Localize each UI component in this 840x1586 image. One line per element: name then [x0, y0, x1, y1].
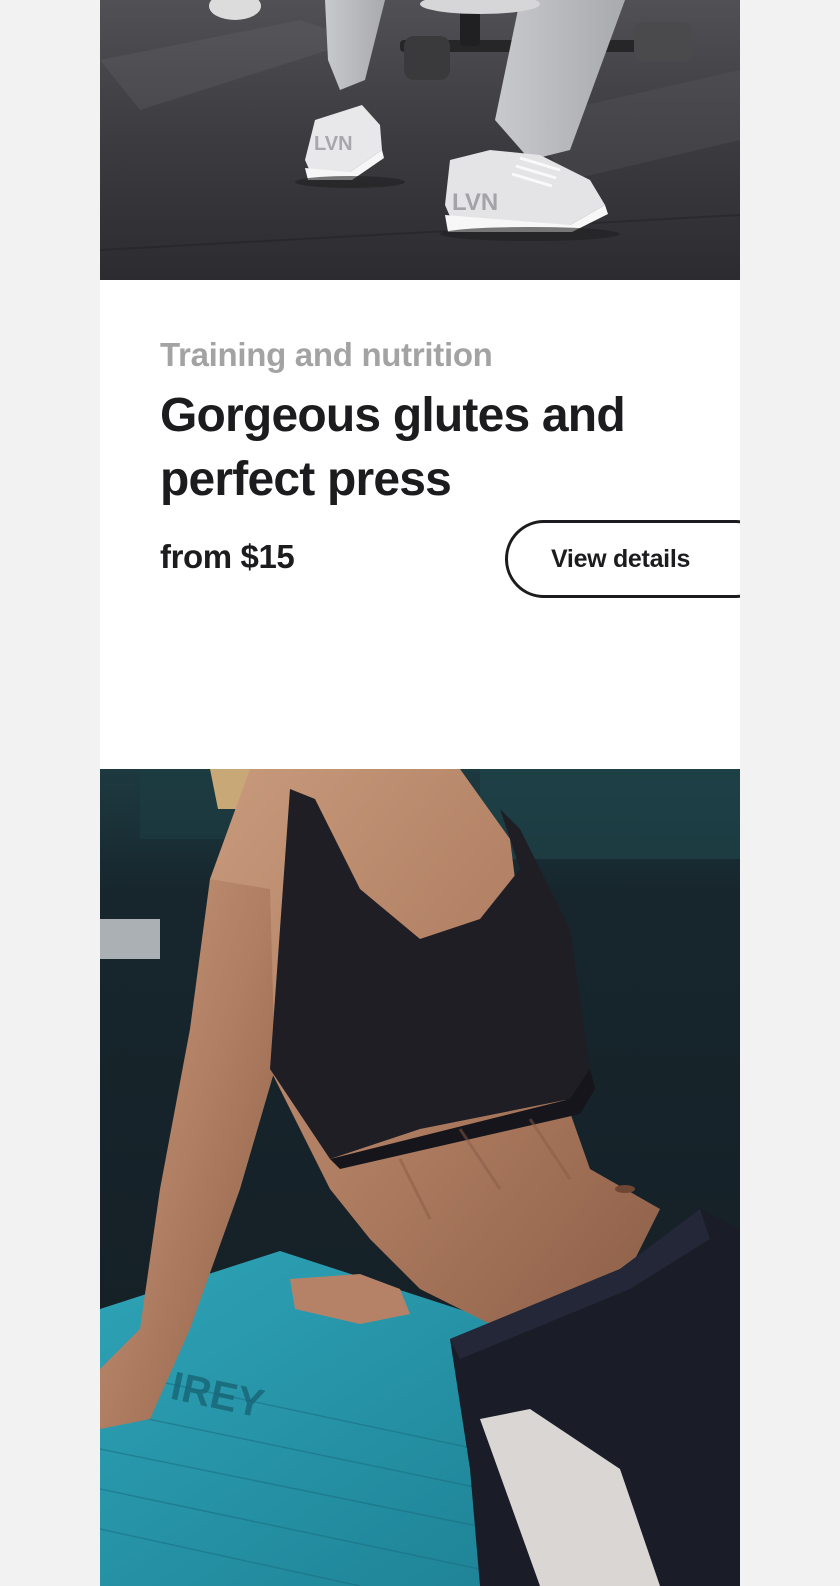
- product-category: Training and nutrition: [160, 336, 493, 373]
- svg-text:LVN: LVN: [452, 189, 498, 216]
- view-details-button[interactable]: View details: [505, 520, 740, 598]
- product-feed: LVN LVN Training and nutrition Gorgeous …: [100, 0, 740, 1586]
- training-photo-top: LVN LVN: [100, 0, 740, 280]
- training-photo-bottom: IREY: [100, 769, 740, 1586]
- svg-text:LVN: LVN: [314, 133, 353, 155]
- product-card: Training and nutrition Gorgeous glutes a…: [100, 280, 740, 769]
- page: LVN LVN Training and nutrition Gorgeous …: [0, 0, 840, 1586]
- product-price: from $15: [160, 538, 295, 575]
- yoga-mat-illustration: IREY: [100, 769, 740, 1586]
- gym-floor-illustration: LVN LVN: [100, 0, 740, 280]
- product-title: Gorgeous glutes and perfect press: [160, 389, 626, 506]
